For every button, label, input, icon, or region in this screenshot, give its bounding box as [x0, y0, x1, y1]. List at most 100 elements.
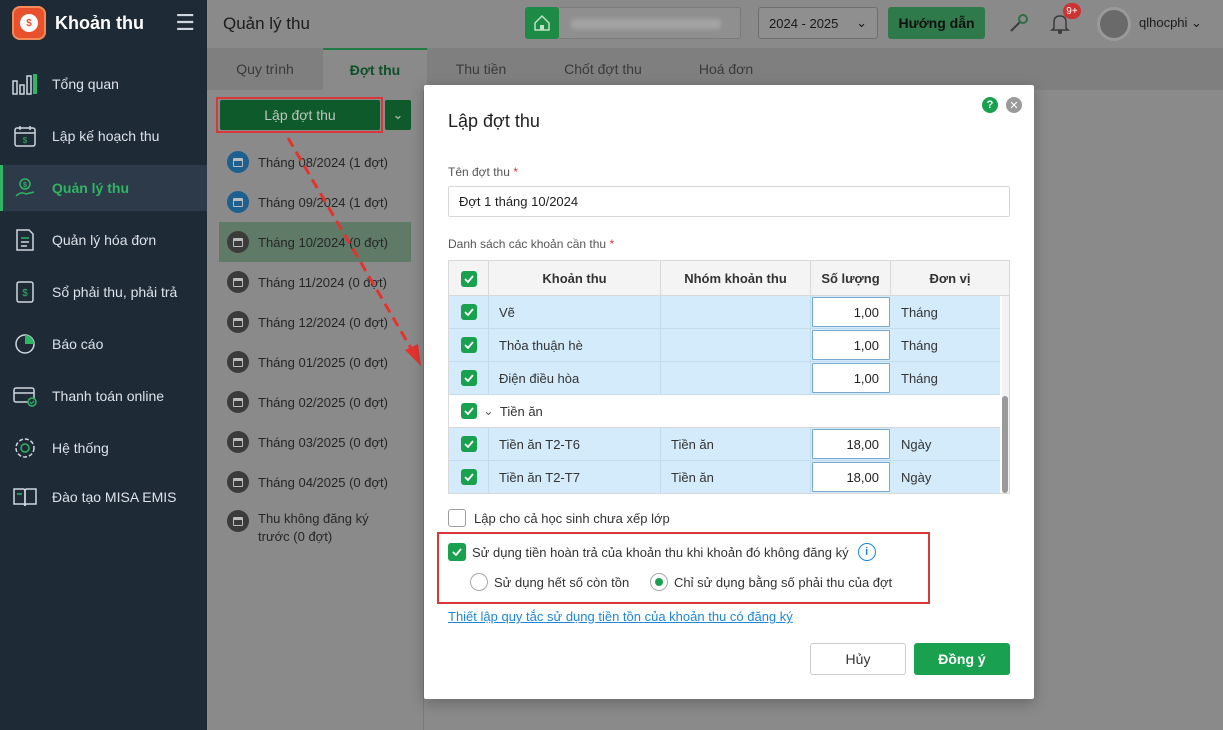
svg-text:$: $ [23, 136, 28, 145]
sidebar-item-training[interactable]: Đào tạo MISA EMIS [0, 474, 207, 520]
refund-checkbox[interactable] [448, 543, 466, 561]
group-checkbox[interactable] [461, 403, 477, 419]
period-item[interactable]: Tháng 09/2024 (1 đợt) [219, 182, 411, 222]
period-item[interactable]: Tháng 03/2025 (0 đợt) [219, 422, 411, 462]
item-name: Vẽ [489, 296, 661, 328]
sidebar-item-system[interactable]: Hệ thống [0, 425, 207, 471]
radio-use-all-button[interactable] [470, 573, 488, 591]
sidebar-item-reports[interactable]: Báo cáo [0, 321, 207, 367]
chevron-down-icon: ⌄ [856, 15, 867, 30]
help-icon[interactable]: ? [982, 97, 998, 113]
quantity-input[interactable]: 18,00 [812, 429, 890, 459]
period-name-input[interactable] [448, 186, 1010, 217]
username[interactable]: qlhocphi ⌄ [1139, 15, 1202, 31]
column-header: Nhóm khoản thu [661, 261, 811, 296]
radio-use-period-only[interactable]: Chỉ sử dụng bằng số phải thu của đợt [650, 573, 892, 591]
tab-revenue-period[interactable]: Đợt thu [323, 48, 427, 90]
tab-collect[interactable]: Thu tiền [427, 48, 535, 90]
calendar-icon: $ [12, 123, 38, 149]
group-name: Tiền ăn [499, 403, 543, 419]
bar-chart-icon [12, 71, 38, 97]
create-options-button[interactable]: ⌄ [385, 100, 411, 130]
sidebar-item-ledger[interactable]: $ Sổ phải thu, phải trả [0, 269, 207, 315]
period-item[interactable]: Tháng 02/2025 (0 đợt) [219, 382, 411, 422]
menu-icon[interactable]: ☰ [175, 10, 195, 36]
table-row[interactable]: Vẽ 1,00 Tháng [449, 296, 1000, 329]
quantity-input[interactable]: 18,00 [812, 462, 890, 492]
book-icon [12, 484, 38, 510]
radio-use-period-button[interactable] [650, 573, 668, 591]
item-unit: Ngày [901, 436, 932, 452]
calendar-icon [227, 391, 249, 413]
sidebar-item-label: Hệ thống [52, 440, 109, 456]
table-row[interactable]: Thỏa thuận hè 1,00 Tháng [449, 329, 1000, 362]
tab-process[interactable]: Quy trình [207, 48, 323, 90]
item-name: Thỏa thuận hè [489, 329, 661, 361]
close-icon[interactable]: ✕ [1006, 97, 1022, 113]
period-item[interactable]: Tháng 11/2024 (0 đợt) [219, 262, 411, 302]
period-item-unregistered[interactable]: Thu không đăng ký trước (0 đợt) [219, 510, 411, 554]
row-checkbox[interactable] [460, 337, 477, 353]
period-item[interactable]: Tháng 12/2024 (0 đợt) [219, 302, 411, 342]
refund-option[interactable]: Sử dụng tiền hoàn trả của khoản thu khi … [448, 543, 876, 561]
app-name: Khoản thu [55, 12, 144, 33]
sidebar-item-plan[interactable]: $ Lập kế hoạch thu [0, 113, 207, 159]
dialog-title: Lập đợt thu [448, 111, 540, 131]
radio-use-all[interactable]: Sử dụng hết số còn tồn [470, 573, 629, 591]
period-item-selected[interactable]: Tháng 10/2024 (0 đợt) [219, 222, 411, 262]
top-bar: Quản lý thu 2024 - 2025 ⌄ Hướng dẫn 9+ q… [207, 0, 1223, 48]
period-item[interactable]: Tháng 04/2025 (0 đợt) [219, 462, 411, 502]
unassigned-students-option[interactable]: Lập cho cả học sinh chưa xếp lớp [448, 509, 670, 527]
tab-close-period[interactable]: Chốt đợt thu [535, 48, 671, 90]
school-year-select[interactable]: 2024 - 2025 ⌄ [758, 7, 878, 39]
row-checkbox[interactable] [460, 370, 477, 386]
unassigned-checkbox[interactable] [448, 509, 466, 527]
app-logo[interactable]: $ [12, 6, 46, 40]
column-header: Đơn vị [929, 271, 971, 286]
avatar[interactable] [1097, 7, 1131, 41]
item-name: Tiền ăn T2-T7 [489, 461, 661, 493]
period-item[interactable]: Tháng 08/2024 (1 đợt) [219, 142, 411, 182]
quantity-input[interactable]: 1,00 [812, 330, 890, 360]
select-all-checkbox[interactable] [460, 270, 477, 287]
info-icon[interactable]: i [857, 543, 876, 561]
sidebar-item-overview[interactable]: Tổng quan [0, 61, 207, 107]
chevron-down-icon: ⌄ [392, 107, 404, 122]
calendar-icon [227, 191, 249, 213]
table-row[interactable]: Tiền ăn T2-T7 Tiền ăn 18,00 Ngày [449, 461, 1000, 493]
school-selector[interactable] [559, 7, 741, 39]
wrench-icon[interactable] [1004, 8, 1034, 38]
column-header: Số lượng [811, 261, 891, 296]
school-name-blurred [571, 19, 721, 29]
cancel-button[interactable]: Hủy [810, 643, 906, 675]
ok-button[interactable]: Đồng ý [914, 643, 1010, 675]
item-group [661, 329, 811, 361]
rules-settings-link[interactable]: Thiết lập quy tắc sử dụng tiền tồn của k… [448, 609, 793, 624]
calendar-icon [227, 351, 249, 373]
sidebar-item-online-payment[interactable]: Thanh toán online [0, 373, 207, 419]
group-row[interactable]: ⌄ Tiền ăn [449, 395, 1000, 428]
quantity-input[interactable]: 1,00 [812, 363, 890, 393]
item-group: Tiền ăn [661, 461, 811, 493]
table-row[interactable]: Tiền ăn T2-T6 Tiền ăn 18,00 Ngày [449, 428, 1000, 461]
scrollbar-thumb[interactable] [1002, 396, 1008, 493]
row-checkbox[interactable] [460, 436, 477, 452]
tab-invoice[interactable]: Hoá đơn [671, 48, 781, 90]
select-all-cell[interactable] [449, 261, 489, 296]
table-header: Khoản thu Nhóm khoản thu Số lượng Đơn vị [449, 261, 1009, 296]
sidebar-item-invoices[interactable]: Quản lý hóa đơn [0, 217, 207, 263]
home-button[interactable] [525, 7, 559, 39]
create-period-button[interactable]: Lập đợt thu [220, 100, 380, 130]
sidebar-item-manage-revenue[interactable]: $ Quản lý thu [0, 165, 207, 211]
row-checkbox[interactable] [460, 469, 477, 485]
row-checkbox[interactable] [460, 304, 477, 320]
guide-button[interactable]: Hướng dẫn [888, 7, 985, 39]
calendar-icon [227, 231, 249, 253]
quantity-input[interactable]: 1,00 [812, 297, 890, 327]
sidebar-header: $ Khoản thu ☰ [0, 0, 207, 46]
gear-icon [12, 435, 38, 461]
chevron-down-icon[interactable]: ⌄ [483, 403, 494, 419]
period-item[interactable]: Tháng 01/2025 (0 đợt) [219, 342, 411, 382]
table-row[interactable]: Điện điều hòa 1,00 Tháng [449, 362, 1000, 395]
column-header: Khoản thu [489, 261, 661, 296]
